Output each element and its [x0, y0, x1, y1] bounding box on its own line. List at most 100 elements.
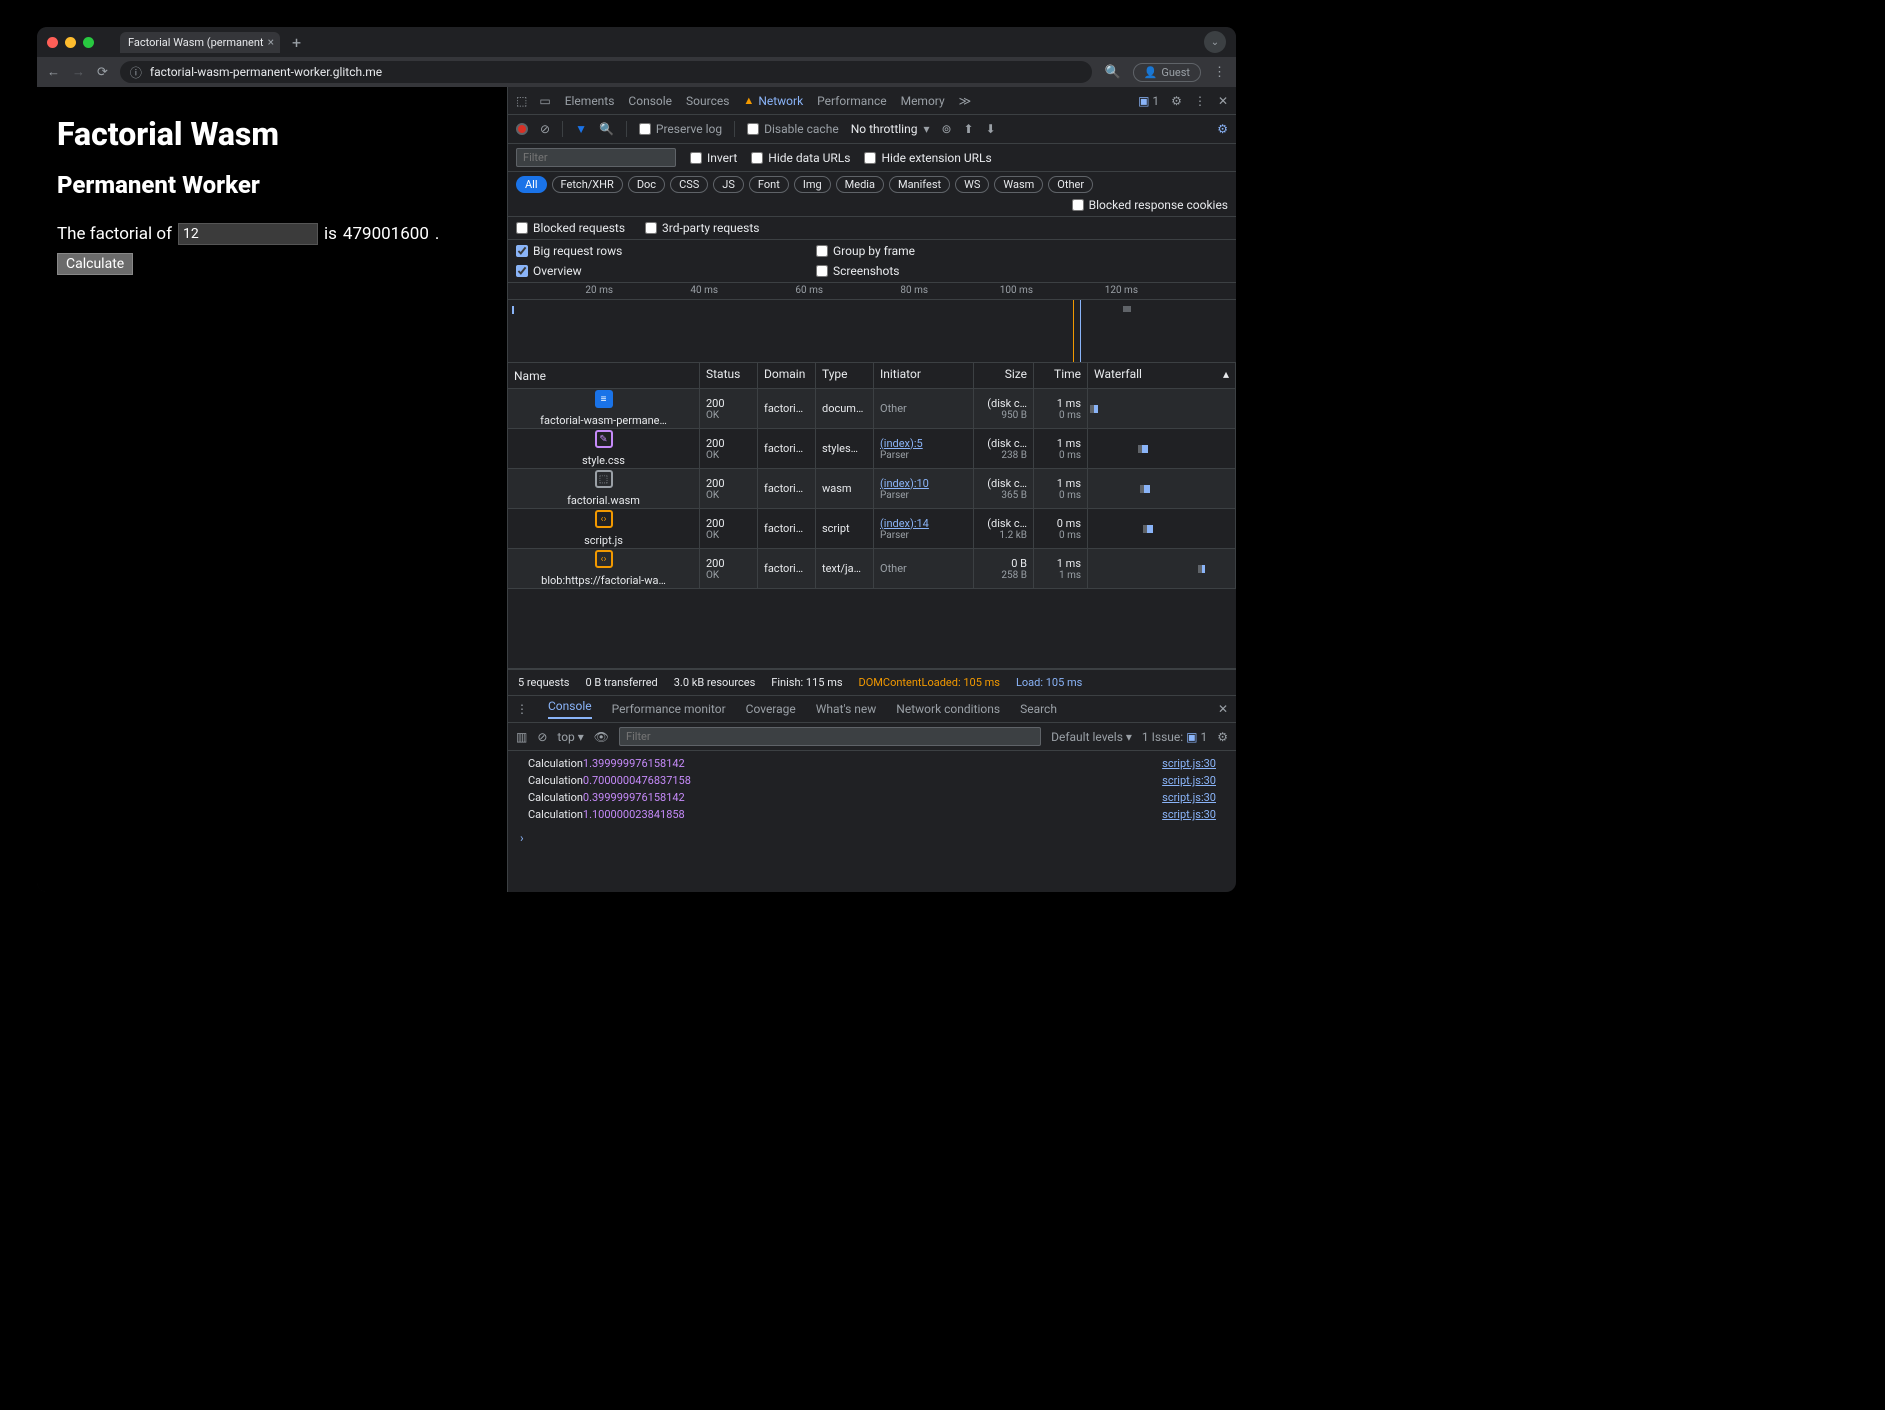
chip-ws[interactable]: WS — [955, 176, 989, 193]
live-expression-icon[interactable]: 👁 — [594, 730, 609, 744]
tab-performance[interactable]: Performance — [817, 94, 886, 108]
col-waterfall[interactable]: Waterfall▴ — [1088, 363, 1236, 388]
source-link[interactable]: script.js:30 — [1162, 774, 1216, 787]
disable-cache-checkbox[interactable]: Disable cache — [747, 122, 839, 136]
chip-css[interactable]: CSS — [670, 176, 708, 193]
minimize-window[interactable] — [65, 37, 76, 48]
network-settings-icon[interactable]: ⚙ — [1217, 122, 1228, 136]
console-prompt[interactable]: › — [508, 827, 1236, 849]
drawer-tab-netcond[interactable]: Network conditions — [896, 702, 1000, 716]
drawer-tab-search[interactable]: Search — [1020, 702, 1057, 716]
clear-icon[interactable]: ⊘ — [540, 122, 550, 136]
big-rows-checkbox[interactable]: Big request rows — [516, 244, 776, 258]
col-domain[interactable]: Domain — [758, 363, 816, 388]
record-button[interactable] — [516, 123, 528, 135]
filter-icon[interactable]: ▼ — [575, 122, 587, 136]
inspect-icon[interactable]: ⬚ — [516, 94, 527, 108]
new-tab-button[interactable]: + — [292, 33, 301, 52]
table-row[interactable]: ‹›blob:https://factorial-wa…200OKfactori… — [508, 549, 1236, 589]
number-input[interactable] — [178, 223, 318, 245]
group-frame-checkbox[interactable]: Group by frame — [816, 244, 1076, 258]
close-tab-icon[interactable]: × — [268, 35, 274, 49]
profile-button[interactable]: 👤 Guest — [1133, 63, 1201, 82]
drawer-tab-console[interactable]: Console — [548, 699, 592, 719]
screenshots-checkbox[interactable]: Screenshots — [816, 264, 1076, 278]
back-icon[interactable]: ← — [47, 64, 60, 80]
drawer-tab-whatsnew[interactable]: What's new — [816, 702, 877, 716]
issues-link[interactable]: 1 Issue: ▣ 1 — [1142, 730, 1207, 744]
sidebar-toggle-icon[interactable]: ▥ — [516, 730, 527, 744]
source-link[interactable]: script.js:30 — [1162, 757, 1216, 770]
chip-img[interactable]: Img — [794, 176, 831, 193]
console-filter-input[interactable] — [619, 727, 1041, 746]
menu-icon[interactable]: ⋮ — [1213, 65, 1226, 80]
chip-other[interactable]: Other — [1048, 176, 1093, 193]
close-drawer-icon[interactable]: ✕ — [1218, 702, 1228, 716]
chip-fetch[interactable]: Fetch/XHR — [552, 176, 623, 193]
reload-icon[interactable]: ⟳ — [97, 65, 108, 80]
table-row[interactable]: ✎style.css200OKfactori…styles…(index):5P… — [508, 429, 1236, 469]
tab-memory[interactable]: Memory — [901, 94, 945, 108]
chip-wasm[interactable]: Wasm — [994, 176, 1043, 193]
settings-icon[interactable]: ⚙ — [1171, 94, 1182, 108]
log-levels-select[interactable]: Default levels ▾ — [1051, 730, 1132, 744]
col-size[interactable]: Size — [974, 363, 1034, 388]
console-settings-icon[interactable]: ⚙ — [1217, 730, 1228, 744]
tab-elements[interactable]: Elements — [565, 94, 615, 108]
source-link[interactable]: script.js:30 — [1162, 808, 1216, 821]
search-icon[interactable]: 🔍 — [599, 122, 614, 136]
tabs-overflow-icon[interactable]: ≫ — [959, 94, 972, 108]
col-name[interactable]: Name — [508, 363, 700, 388]
throttle-select[interactable]: No throttling ▾ — [851, 122, 930, 136]
drawer-tab-perfmon[interactable]: Performance monitor — [612, 702, 726, 716]
chip-doc[interactable]: Doc — [628, 176, 665, 193]
more-icon[interactable]: ⋮ — [1194, 94, 1206, 108]
drawer-menu-icon[interactable]: ⋮ — [516, 702, 528, 716]
forward-icon[interactable]: → — [72, 64, 85, 80]
blocked-requests-checkbox[interactable]: Blocked requests — [516, 221, 625, 235]
clear-console-icon[interactable]: ⊘ — [537, 730, 547, 744]
chip-js[interactable]: JS — [713, 176, 744, 193]
network-conditions-icon[interactable]: ⊚ — [941, 122, 951, 136]
drawer-tab-coverage[interactable]: Coverage — [746, 702, 796, 716]
chip-all[interactable]: All — [516, 176, 547, 193]
blocked-cookies-checkbox[interactable]: Blocked response cookies — [1072, 198, 1228, 212]
tab-overflow-button[interactable]: ⌄ — [1204, 31, 1226, 53]
sentence-prefix: The factorial of — [57, 224, 172, 244]
chip-manifest[interactable]: Manifest — [889, 176, 950, 193]
chip-media[interactable]: Media — [836, 176, 884, 193]
network-filter-input[interactable] — [516, 148, 676, 167]
source-link[interactable]: script.js:30 — [1162, 791, 1216, 804]
download-har-icon[interactable]: ⬇ — [986, 122, 996, 136]
context-select[interactable]: top ▾ — [557, 730, 583, 744]
hide-extension-urls-checkbox[interactable]: Hide extension URLs — [864, 151, 991, 165]
issues-badge[interactable]: ▣1 — [1138, 94, 1159, 108]
hide-data-urls-checkbox[interactable]: Hide data URLs — [751, 151, 850, 165]
col-type[interactable]: Type — [816, 363, 874, 388]
close-window[interactable] — [47, 37, 58, 48]
overview-checkbox[interactable]: Overview — [516, 264, 776, 278]
table-row[interactable]: ≡factorial-wasm-permane…200OKfactori…doc… — [508, 389, 1236, 429]
browser-tab[interactable]: Factorial Wasm (permanent × — [120, 32, 280, 53]
site-info-icon[interactable]: ⓘ — [130, 64, 142, 81]
zoom-icon[interactable]: 🔍 — [1104, 65, 1120, 80]
calculate-button[interactable]: Calculate — [57, 253, 133, 275]
tab-network[interactable]: ▲Network — [743, 94, 803, 108]
col-initiator[interactable]: Initiator — [874, 363, 974, 388]
tab-console[interactable]: Console — [628, 94, 672, 108]
device-icon[interactable]: ▭ — [539, 94, 550, 108]
maximize-window[interactable] — [83, 37, 94, 48]
omnibox[interactable]: ⓘ factorial-wasm-permanent-worker.glitch… — [120, 61, 1093, 83]
preserve-log-checkbox[interactable]: Preserve log — [639, 122, 722, 136]
table-row[interactable]: ⬚factorial.wasm200OKfactori…wasm(index):… — [508, 469, 1236, 509]
network-timeline[interactable]: 20 ms 40 ms 60 ms 80 ms 100 ms 120 ms — [508, 283, 1236, 363]
col-status[interactable]: Status — [700, 363, 758, 388]
tab-sources[interactable]: Sources — [686, 94, 729, 108]
chip-font[interactable]: Font — [749, 176, 789, 193]
third-party-checkbox[interactable]: 3rd-party requests — [645, 221, 759, 235]
col-time[interactable]: Time — [1034, 363, 1088, 388]
close-devtools-icon[interactable]: ✕ — [1218, 94, 1228, 108]
table-row[interactable]: ‹›script.js200OKfactori…script(index):14… — [508, 509, 1236, 549]
invert-checkbox[interactable]: Invert — [690, 151, 737, 165]
upload-har-icon[interactable]: ⬆ — [964, 122, 974, 136]
